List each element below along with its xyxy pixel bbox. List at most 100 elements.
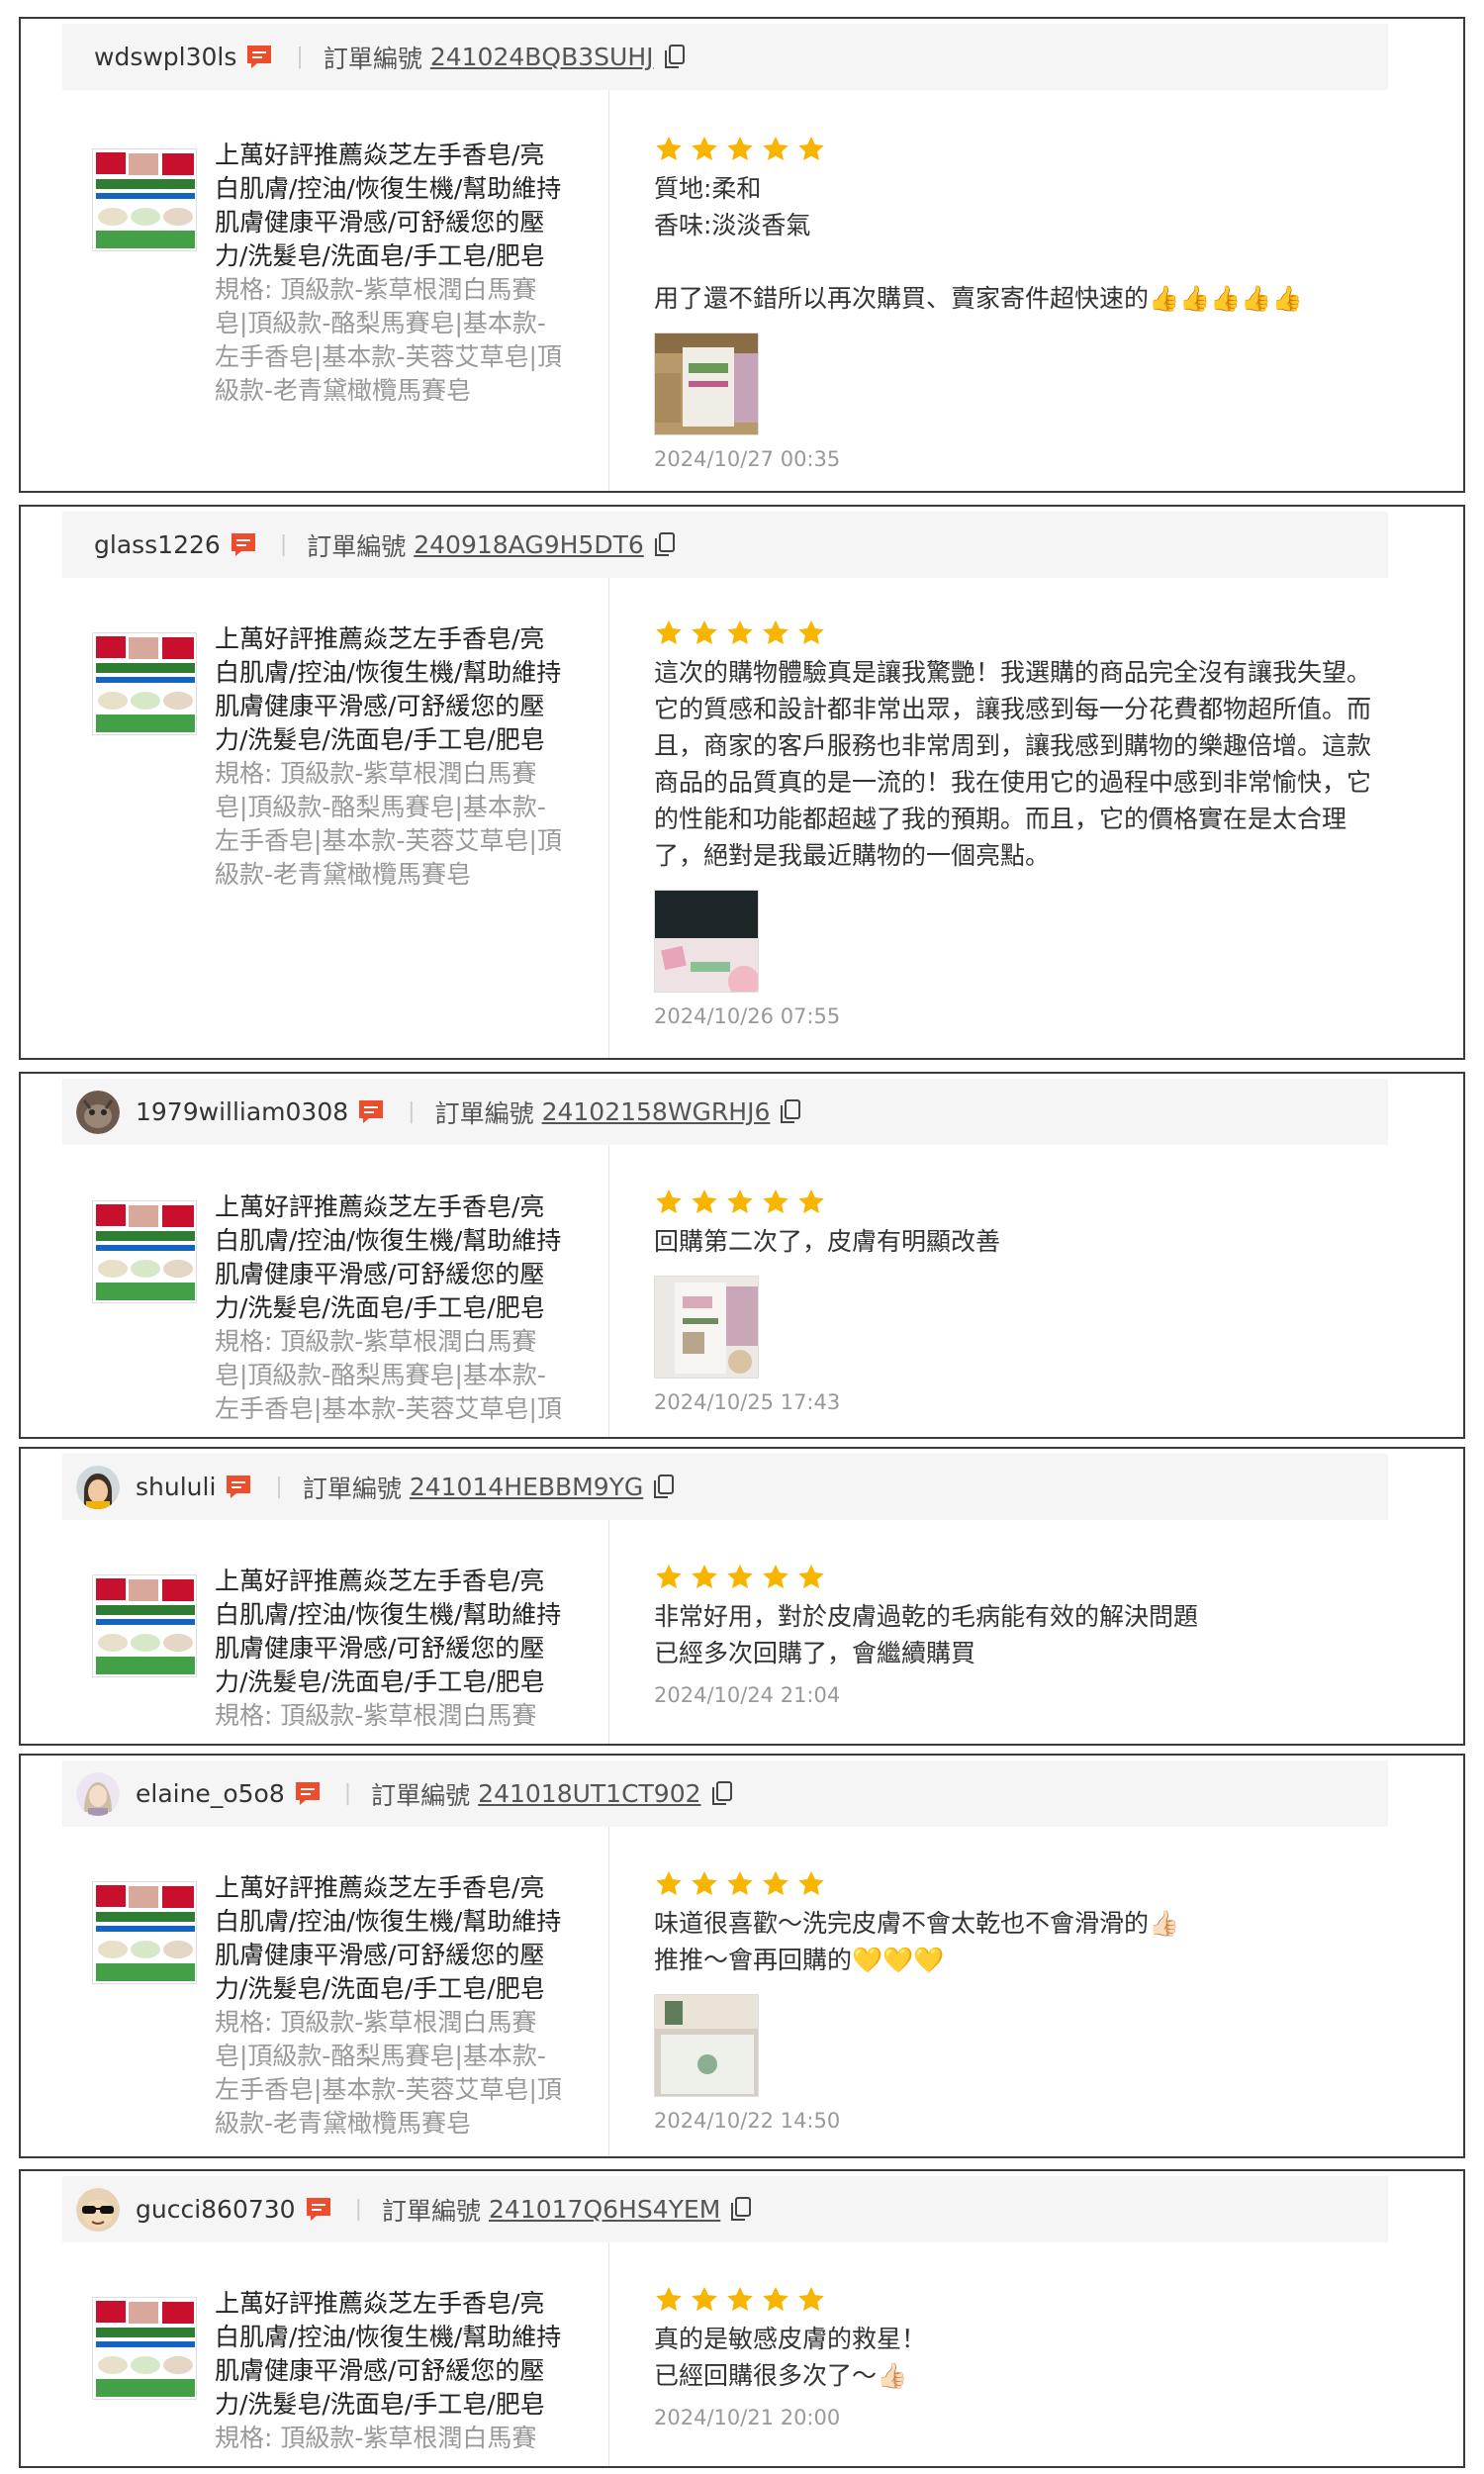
- star-rating: [654, 135, 1381, 164]
- username[interactable]: shululi: [136, 1473, 216, 1501]
- star-icon: [727, 2286, 753, 2312]
- column-divider: [608, 1827, 609, 2156]
- avatar[interactable]: [76, 1771, 120, 1816]
- product-thumbnail[interactable]: [92, 1574, 197, 1677]
- chat-bubble-icon[interactable]: [224, 1473, 253, 1502]
- product-thumbnail[interactable]: [92, 1881, 197, 1984]
- product-name: 上萬好評推薦焱芝左手香皂/亮白肌膚/控油/恢復生機/幫助維持肌膚健康平滑感/可舒…: [215, 141, 562, 270]
- order-number-link[interactable]: 241014HEBBM9YG: [410, 1473, 643, 1501]
- star-icon: [656, 1189, 682, 1214]
- star-icon: [798, 136, 824, 161]
- order-number-link[interactable]: 24102158WGRHJ6: [542, 1097, 771, 1126]
- product-text: 上萬好評推薦焱芝左手香皂/亮白肌膚/控油/恢復生機/幫助維持肌膚健康平滑感/可舒…: [215, 622, 566, 924]
- column-divider: [608, 1145, 609, 1437]
- product-info[interactable]: 上萬好評推薦焱芝左手香皂/亮白肌膚/控油/恢復生機/幫助維持肌膚健康平滑感/可舒…: [92, 1190, 606, 1437]
- order-number-link[interactable]: 241024BQB3SUHJ: [430, 43, 654, 71]
- product-info[interactable]: 上萬好評推薦焱芝左手香皂/亮白肌膚/控油/恢復生機/幫助維持肌膚健康平滑感/可舒…: [92, 1565, 606, 1743]
- star-icon: [727, 1564, 753, 1589]
- avatar[interactable]: [76, 2187, 120, 2232]
- star-icon: [763, 1564, 788, 1589]
- product-thumbnail[interactable]: [92, 1200, 197, 1303]
- copy-icon[interactable]: [711, 1780, 733, 1807]
- product-text: 上萬好評推薦焱芝左手香皂/亮白肌膚/控油/恢復生機/幫助維持肌膚健康平滑感/可舒…: [215, 1565, 566, 1733]
- copy-icon[interactable]: [653, 1474, 675, 1500]
- product-name: 上萬好評推薦焱芝左手香皂/亮白肌膚/控油/恢復生機/幫助維持肌膚健康平滑感/可舒…: [215, 1192, 562, 1322]
- review-content: 味道很喜歡～洗完皮膚不會太乾也不會滑滑的👍🏻 推推～會再回購的💛💛💛 2024/…: [654, 1869, 1381, 2133]
- star-icon: [763, 619, 788, 645]
- product-spec: 規格: 頂級款-紫草根潤白馬賽皂|頂級款-酪梨馬賽皂|基本款-左手香皂|基本款-…: [215, 2424, 537, 2452]
- review-text: 非常好用，對於皮膚過乾的毛病能有效的解決問題 已經多次回購了，會繼續購買: [654, 1602, 1199, 1667]
- product-spec: 規格: 頂級款-紫草根潤白馬賽皂|頂級款-酪梨馬賽皂|基本款-左手香皂|基本款-…: [215, 275, 562, 405]
- review-text: 真的是敏感皮膚的救星！ 已經回購很多次了～👍🏻: [654, 2325, 927, 2390]
- review-photo[interactable]: [654, 1994, 759, 2097]
- star-icon: [763, 1870, 788, 1896]
- chat-bubble-icon[interactable]: [356, 1097, 386, 1127]
- star-icon: [798, 619, 824, 645]
- star-rating: [654, 1188, 1381, 1217]
- product-name: 上萬好評推薦焱芝左手香皂/亮白肌膚/控油/恢復生機/幫助維持肌膚健康平滑感/可舒…: [215, 2289, 562, 2419]
- username[interactable]: glass1226: [94, 530, 221, 559]
- star-icon: [692, 136, 717, 161]
- chat-bubble-icon[interactable]: [304, 2195, 333, 2225]
- star-icon: [798, 1870, 824, 1896]
- review-date: 2024/10/25 17:43: [654, 1390, 841, 1414]
- divider: |: [354, 2197, 363, 2222]
- review-date: 2024/10/22 14:50: [654, 2109, 841, 2133]
- review-photo[interactable]: [654, 890, 759, 993]
- product-name: 上萬好評推薦焱芝左手香皂/亮白肌膚/控油/恢復生機/幫助維持肌膚健康平滑感/可舒…: [215, 1873, 562, 2003]
- review-content: 回購第二次了，皮膚有明顯改善 2024/10/25 17:43: [654, 1188, 1381, 1414]
- star-icon: [798, 1189, 824, 1214]
- review-photo[interactable]: [654, 1276, 759, 1379]
- review-text: 質地:柔和 香味:淡淡香氣 用了還不錯所以再次購買、賣家寄件超快速的👍👍👍👍👍: [654, 174, 1303, 313]
- review-text: 味道很喜歡～洗完皮膚不會太乾也不會滑滑的👍🏻 推推～會再回購的💛💛💛: [654, 1909, 1180, 1974]
- copy-icon[interactable]: [664, 44, 686, 70]
- product-spec: 規格: 頂級款-紫草根潤白馬賽皂|頂級款-酪梨馬賽皂|基本款-左手香皂|基本款-…: [215, 759, 562, 889]
- star-icon: [656, 2286, 682, 2312]
- product-info[interactable]: 上萬好評推薦焱芝左手香皂/亮白肌膚/控油/恢復生機/幫助維持肌膚健康平滑感/可舒…: [92, 2287, 606, 2465]
- review-content: 非常好用，對於皮膚過乾的毛病能有效的解決問題 已經多次回購了，會繼續購買 202…: [654, 1563, 1381, 1707]
- review-card: elaine_o5o8 | 訂單編號 241018UT1CT902 上萬好評推薦…: [19, 1754, 1465, 2158]
- copy-icon[interactable]: [730, 2196, 752, 2223]
- product-info[interactable]: 上萬好評推薦焱芝左手香皂/亮白肌膚/控油/恢復生機/幫助維持肌膚健康平滑感/可舒…: [92, 622, 606, 939]
- product-spec: 規格: 頂級款-紫草根潤白馬賽皂|頂級款-酪梨馬賽皂|基本款-左手香皂|基本款-…: [215, 1327, 562, 1423]
- divider: |: [296, 45, 304, 69]
- product-info[interactable]: 上萬好評推薦焱芝左手香皂/亮白肌膚/控油/恢復生機/幫助維持肌膚健康平滑感/可舒…: [92, 139, 606, 455]
- review-header: 1979william0308 | 訂單編號 24102158WGRHJ6: [62, 1079, 1388, 1145]
- product-text: 上萬好評推薦焱芝左手香皂/亮白肌膚/控油/恢復生機/幫助維持肌膚健康平滑感/可舒…: [215, 2287, 566, 2455]
- review-header: shululi | 訂單編號 241014HEBBM9YG: [62, 1454, 1388, 1520]
- avatar[interactable]: [76, 1465, 120, 1509]
- avatar[interactable]: [76, 1090, 120, 1134]
- star-icon: [727, 136, 753, 161]
- chat-bubble-icon[interactable]: [229, 530, 258, 560]
- column-divider: [608, 578, 609, 1058]
- chat-bubble-icon[interactable]: [244, 43, 274, 72]
- copy-icon[interactable]: [780, 1098, 801, 1125]
- chat-bubble-icon[interactable]: [293, 1779, 323, 1809]
- product-thumbnail[interactable]: [92, 2297, 197, 2400]
- product-spec: 規格: 頂級款-紫草根潤白馬賽皂|頂級款-酪梨馬賽皂|基本款-左手香皂|基本款-…: [215, 2008, 562, 2138]
- review-card: shululi | 訂單編號 241014HEBBM9YG 上萬好評推薦焱芝左手…: [19, 1447, 1465, 1746]
- username[interactable]: elaine_o5o8: [136, 1779, 285, 1808]
- review-photo[interactable]: [654, 333, 759, 435]
- star-icon: [656, 1870, 682, 1896]
- order-number-link[interactable]: 241018UT1CT902: [478, 1779, 700, 1808]
- product-info[interactable]: 上萬好評推薦焱芝左手香皂/亮白肌膚/控油/恢復生機/幫助維持肌膚健康平滑感/可舒…: [92, 1871, 606, 2153]
- order-label: 訂單編號: [302, 1474, 402, 1503]
- copy-icon[interactable]: [654, 531, 676, 558]
- product-text: 上萬好評推薦焱芝左手香皂/亮白肌膚/控油/恢復生機/幫助維持肌膚健康平滑感/可舒…: [215, 1871, 566, 2141]
- column-divider: [608, 90, 609, 491]
- order-number-link[interactable]: 241017Q6HS4YEM: [489, 2195, 720, 2224]
- username[interactable]: 1979william0308: [136, 1097, 348, 1126]
- product-thumbnail[interactable]: [92, 148, 197, 251]
- username[interactable]: gucci860730: [136, 2195, 296, 2224]
- order-label: 訂單編號: [434, 1098, 534, 1128]
- review-card: gucci860730 | 訂單編號 241017Q6HS4YEM 上萬好評推薦…: [19, 2169, 1465, 2468]
- column-divider: [608, 2242, 609, 2466]
- order-number-link[interactable]: 240918AG9H5DT6: [414, 530, 644, 559]
- product-thumbnail[interactable]: [92, 632, 197, 735]
- username[interactable]: wdswpl30ls: [94, 43, 236, 71]
- product-spec: 規格: 頂級款-紫草根潤白馬賽皂|頂級款-酪梨馬賽皂|基本款-左手香皂|基本款-…: [215, 1701, 537, 1730]
- product-name: 上萬好評推薦焱芝左手香皂/亮白肌膚/控油/恢復生機/幫助維持肌膚健康平滑感/可舒…: [215, 624, 562, 754]
- star-icon: [763, 136, 788, 161]
- star-icon: [692, 1189, 717, 1214]
